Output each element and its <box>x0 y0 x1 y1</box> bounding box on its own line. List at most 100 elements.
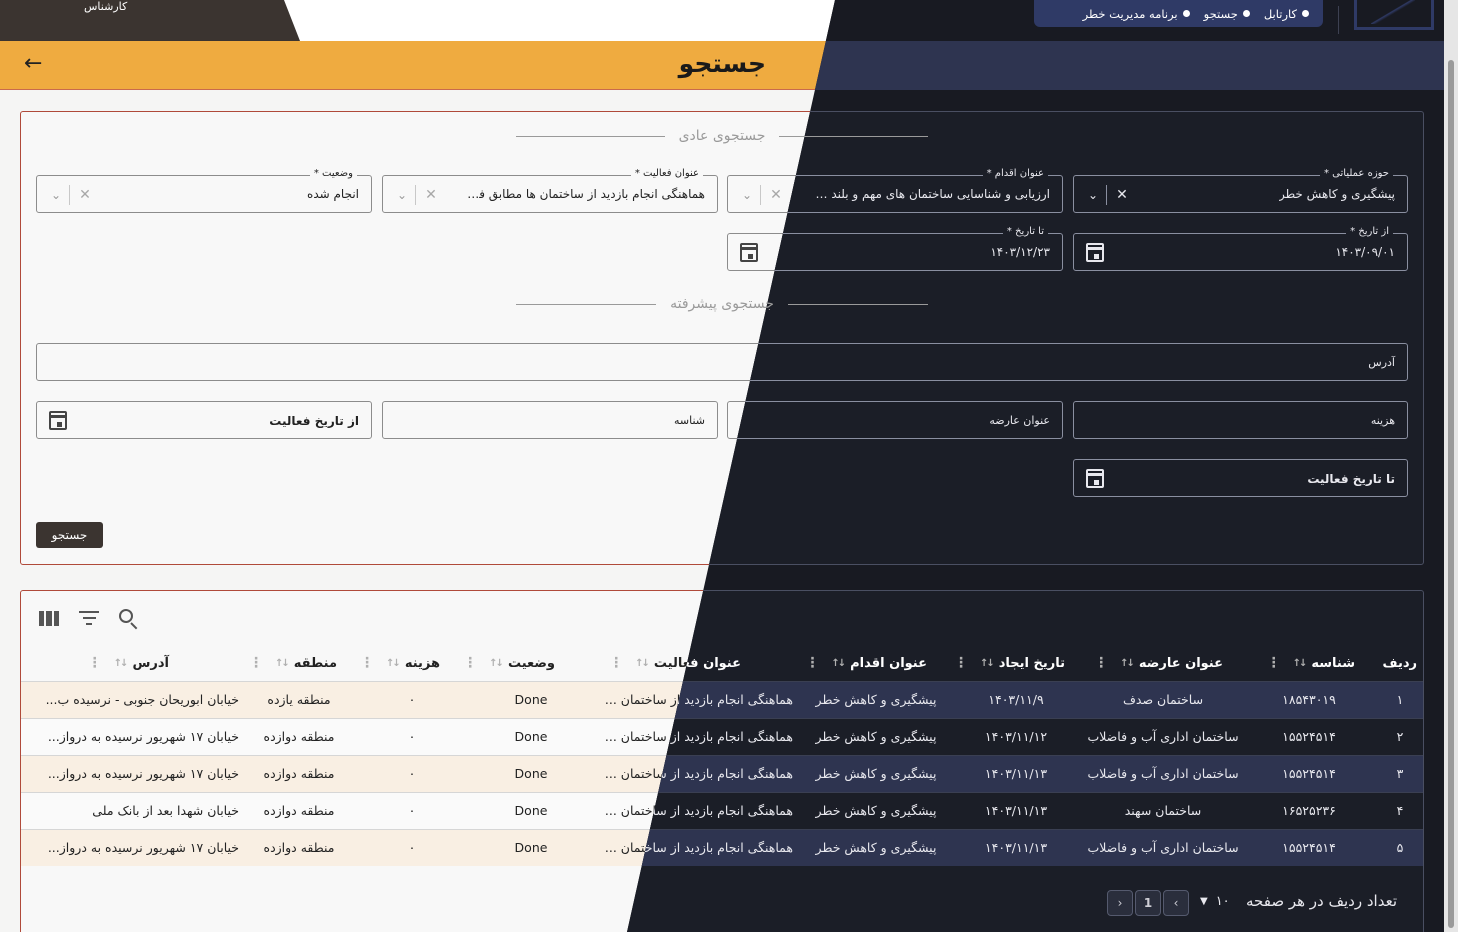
column-header[interactable]: ⋮ ↑↓عنوان عارضه <box>1094 645 1223 681</box>
clear-icon[interactable]: ✕ <box>70 187 100 203</box>
search-icon[interactable] <box>119 609 139 630</box>
columns-icon[interactable] <box>39 611 59 626</box>
column-header-label: شناسه <box>1311 655 1355 671</box>
id-input[interactable]: شناسه <box>382 401 718 439</box>
breadcrumb: کارتابل جستجو برنامه مدیریت خطر <box>1034 0 1323 27</box>
clear-icon[interactable]: ✕ <box>761 187 791 203</box>
table-cell: پیشگیری و کاهش خطر <box>815 766 937 781</box>
to-activity-date-field-dark[interactable]: تا تاریخ فعالیت <box>1073 459 1408 497</box>
table-cell: ۱۴۰۳/۱۱/۹ <box>988 692 1044 707</box>
sort-icon[interactable]: ↑↓ <box>1293 658 1308 669</box>
divider <box>1338 6 1339 34</box>
user-role-label: کارشناس <box>84 0 128 13</box>
column-menu-icon[interactable]: ⋮ <box>463 655 477 671</box>
chevron-down-icon[interactable]: ⌄ <box>1080 188 1106 202</box>
table-cell: ۰ <box>408 840 416 855</box>
next-page-button-dark[interactable]: › <box>1107 890 1133 916</box>
breadcrumb-item[interactable]: جستجو <box>1204 7 1250 21</box>
column-header[interactable]: ردیف <box>1382 645 1417 681</box>
column-header[interactable]: ⋮ ↑↓هزینه <box>360 645 440 681</box>
calendar-icon[interactable] <box>740 243 758 262</box>
column-menu-icon[interactable]: ⋮ <box>609 655 623 671</box>
clear-icon[interactable]: ✕ <box>1107 187 1137 203</box>
filter-icon[interactable] <box>79 611 99 627</box>
table-cell: ساختمان سهند <box>1124 803 1202 818</box>
table-cell: خیابان شهدا بعد از بانک ملی <box>92 803 239 818</box>
table-cell: ۱۴۰۳/۱۱/۱۲ <box>984 729 1048 744</box>
table-cell: ۱۴۰۳/۱۱/۱۳ <box>984 803 1048 818</box>
table-cell: منطقه یازده <box>267 692 331 707</box>
table-cell: ۲ <box>1396 729 1404 744</box>
table-cell: پیشگیری و کاهش خطر <box>815 729 937 744</box>
arrow-left-icon[interactable]: ← <box>24 53 42 75</box>
table-cell: ساختمان اداری آب و فاضلاب <box>1087 729 1239 744</box>
column-menu-icon[interactable]: ⋮ <box>88 655 102 671</box>
chevron-down-icon[interactable]: ⌄ <box>43 188 69 202</box>
table-cell: منطقه دوازده <box>263 803 335 818</box>
column-header[interactable]: ⋮ ↑↓تاریخ ایجاد <box>954 645 1065 681</box>
chevron-down-icon[interactable]: ⌄ <box>734 188 760 202</box>
column-header[interactable]: ⋮ ↑↓شناسه <box>1267 645 1355 681</box>
table-cell: ۱۵۵۲۴۵۱۴ <box>1282 840 1336 855</box>
sort-icon[interactable]: ↑↓ <box>635 658 650 669</box>
from-date-field-dark[interactable]: * از تاریخ ۱۴۰۳/۰۹/۰۱ <box>1073 226 1408 271</box>
column-menu-icon[interactable]: ⋮ <box>360 655 374 671</box>
table-cell: ۴ <box>1396 803 1404 818</box>
chevron-down-icon[interactable]: ⌄ <box>389 188 415 202</box>
table-cell: خیابان ۱۷ شهریور نرسیده به درواز... <box>47 766 239 781</box>
prev-page-button-dark[interactable]: ‹ <box>1163 890 1189 916</box>
sort-icon[interactable]: ↑↓ <box>980 658 995 669</box>
sort-icon[interactable]: ↑↓ <box>114 658 129 669</box>
operational-area-select-dark[interactable]: * حوزه عملیاتی پیشگیری و کاهش خطر ⌄ ✕ <box>1073 168 1408 213</box>
table-cell: پیشگیری و کاهش خطر <box>815 840 937 855</box>
table-cell: پیشگیری و کاهش خطر <box>815 692 937 707</box>
cost-input-dark[interactable]: هزینه <box>1073 401 1408 439</box>
column-header[interactable]: ⋮ ↑↓منطقه <box>249 645 337 681</box>
calendar-icon[interactable] <box>1086 243 1104 262</box>
logo <box>1354 0 1434 30</box>
table-cell: خیابان ۱۷ شهریور نرسیده به درواز... <box>47 729 239 744</box>
search-button[interactable]: جستجو <box>36 522 103 548</box>
activity-title-select[interactable]: * عنوان فعالیت هماهنگی انجام بازدید از س… <box>382 168 718 213</box>
column-menu-icon[interactable]: ⋮ <box>1267 655 1281 671</box>
column-header-label: عنوان اقدام <box>850 655 927 671</box>
rows-per-page-select-dark[interactable]: ▼ ۱۰ <box>1200 894 1230 909</box>
table-cell: منطقه دوازده <box>263 840 335 855</box>
column-header[interactable]: ⋮ ↑↓وضعیت <box>463 645 555 681</box>
column-header[interactable]: ⋮ ↑↓ عنوان اقدام <box>805 645 927 681</box>
table-cell: Done <box>514 766 548 781</box>
column-menu-icon[interactable]: ⋮ <box>805 655 819 671</box>
breadcrumb-item[interactable]: کارتابل <box>1264 7 1309 21</box>
clear-icon[interactable]: ✕ <box>416 187 446 203</box>
column-header-label: تاریخ ایجاد <box>998 655 1065 671</box>
table-cell: منطقه دوازده <box>263 766 335 781</box>
table-cell: ۰ <box>408 692 416 707</box>
status-select[interactable]: * وضعیت انجام شده ⌄ ✕ <box>36 168 372 213</box>
subject-title-input-dark[interactable]: عنوان عارضه <box>727 401 1063 439</box>
column-header-label: هزینه <box>404 655 440 671</box>
table-cell: ۱۵۵۲۴۵۱۴ <box>1282 766 1336 781</box>
sort-icon[interactable]: ↑↓ <box>1120 658 1135 669</box>
table-cell: خیابان ابوریحان جنوبی - نرسیده ب... <box>45 692 239 707</box>
page-title: جستجو <box>678 49 766 78</box>
calendar-icon[interactable] <box>49 411 67 430</box>
page-1-button-dark[interactable]: 1 <box>1135 890 1161 916</box>
window-scrollbar-thumb[interactable] <box>1448 60 1454 928</box>
breadcrumb-item[interactable]: برنامه مدیریت خطر <box>1083 7 1190 21</box>
table-cell: ساختمان اداری آب و فاضلاب <box>1087 840 1239 855</box>
sort-icon[interactable]: ↑↓ <box>489 658 504 669</box>
table-cell: ۱۵۵۲۴۵۱۴ <box>1282 729 1336 744</box>
column-menu-icon[interactable]: ⋮ <box>1094 655 1108 671</box>
column-header[interactable]: ⋮ ↑↓آدرس <box>88 645 169 681</box>
sort-icon[interactable]: ↑↓ <box>386 658 401 669</box>
sort-icon[interactable]: ↑↓ <box>831 658 846 669</box>
from-activity-date-field[interactable]: از تاریخ فعالیت <box>36 401 372 439</box>
sort-icon[interactable]: ↑↓ <box>275 658 290 669</box>
table-cell: ۰ <box>408 766 416 781</box>
table-cell: ۰ <box>408 729 416 744</box>
calendar-icon[interactable] <box>1086 469 1104 488</box>
user-tab[interactable] <box>0 0 300 41</box>
column-menu-icon[interactable]: ⋮ <box>249 655 263 671</box>
caret-down-icon: ▼ <box>1200 896 1208 907</box>
column-menu-icon[interactable]: ⋮ <box>954 655 968 671</box>
